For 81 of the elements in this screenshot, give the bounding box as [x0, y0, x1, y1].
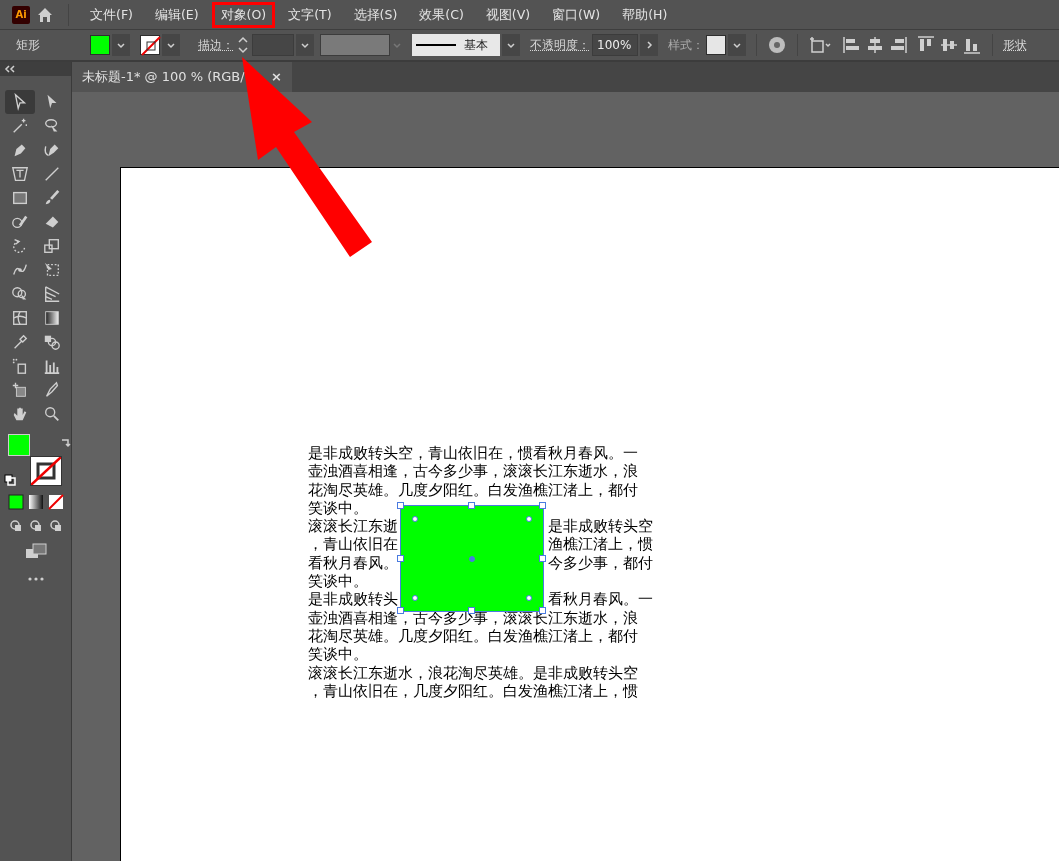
- menu-item[interactable]: 效果(C): [410, 1, 473, 28]
- dropdown-button[interactable]: [296, 34, 314, 56]
- tool-button[interactable]: [4, 90, 35, 114]
- scale-icon: [42, 237, 61, 255]
- menu-item[interactable]: 文件(F): [81, 1, 142, 28]
- type-icon: [10, 165, 29, 183]
- app-logo: Ai: [12, 5, 30, 24]
- menu-item[interactable]: 选择(S): [344, 1, 407, 28]
- fill-swatch[interactable]: [90, 35, 110, 55]
- stroke-profile-dropdown[interactable]: 基本: [412, 34, 500, 56]
- dropdown-button[interactable]: [502, 34, 520, 56]
- stroke-swatch[interactable]: [140, 35, 160, 55]
- transform-icon[interactable]: [808, 35, 834, 55]
- collapse-icon[interactable]: [4, 64, 16, 74]
- more-icon[interactable]: [26, 576, 45, 582]
- text-line: 笑谈中。: [308, 572, 368, 591]
- text-line: 滚滚长江东逝: [308, 517, 398, 536]
- text-line: 渔樵江渚上，惯: [548, 535, 653, 554]
- spinner-icon[interactable]: [236, 34, 250, 56]
- text-line: 笑谈中。: [308, 645, 368, 664]
- caret-icon: [392, 40, 402, 50]
- stroke-swatch[interactable]: [29, 456, 62, 486]
- caret-icon: [116, 40, 126, 50]
- align-right-icon[interactable]: [888, 35, 908, 55]
- text-line: 今多少事，都付: [548, 553, 653, 573]
- text-line: 花淘尽英雄。几度夕阳红。白发渔樵江渚上，都付: [308, 626, 638, 646]
- shape-label: 形状: [1003, 37, 1027, 54]
- default-colors-icon[interactable]: [3, 474, 16, 486]
- menu-item[interactable]: 对象(O): [211, 1, 276, 28]
- opacity-field[interactable]: 100%: [592, 34, 638, 56]
- free-transform-icon: [42, 261, 61, 279]
- artboard-icon: [10, 381, 29, 399]
- align-left-icon[interactable]: [842, 35, 862, 55]
- text-line: 看秋月春风。一: [548, 590, 653, 609]
- spray-can-icon: [10, 357, 29, 375]
- gradient-mode-icon[interactable]: [27, 494, 44, 510]
- rectangle-icon: [10, 189, 29, 207]
- search-icon: [42, 405, 61, 423]
- text-line: 是非成败转头空，青山依旧在，惯看秋月春风。一: [308, 444, 638, 463]
- chevron-icon: [644, 40, 654, 50]
- text-line: ，青山依旧在: [308, 535, 398, 554]
- draw-inside-icon[interactable]: [47, 518, 64, 534]
- mesh-icon: [10, 309, 29, 327]
- menu-item[interactable]: 帮助(H): [613, 1, 677, 28]
- caret-icon: [506, 40, 516, 50]
- blend-icon: [42, 333, 61, 351]
- text-line: 花淘尽英雄。几度夕阳红。白发渔樵江渚上，都付: [308, 480, 638, 499]
- gradient-icon: [42, 309, 61, 327]
- opacity-label: 不透明度：: [530, 37, 590, 54]
- color-mode-icon[interactable]: [7, 494, 24, 510]
- screen-mode-icon[interactable]: [23, 542, 48, 560]
- menu-item[interactable]: 文字(T): [279, 1, 341, 28]
- perspective-grid-icon: [42, 285, 61, 303]
- caret-icon: [300, 40, 310, 50]
- text-line: 滚滚长江东逝水，浪花淘尽英雄。是非成败转头空: [308, 663, 638, 682]
- document-tab[interactable]: 未标题-1* @ 100 % (RGB/ ×: [72, 62, 292, 92]
- text-line: 笑谈中。: [308, 498, 368, 518]
- caret-icon: [166, 40, 176, 50]
- style-swatch[interactable]: [706, 35, 726, 55]
- caret-icon: [732, 40, 742, 50]
- text-line: 是非成败转头: [308, 590, 398, 609]
- text-line: ，青山依旧在，几度夕阳红。白发渔樵江渚上，惯: [308, 681, 638, 701]
- none-mode-icon[interactable]: [47, 494, 64, 510]
- object-type-label: 矩形: [16, 37, 40, 54]
- menu-item[interactable]: 视图(V): [476, 1, 540, 28]
- menu-item[interactable]: 窗口(W): [543, 1, 610, 28]
- menu-item[interactable]: 编辑(E): [145, 1, 208, 28]
- text-line: 壶浊酒喜相逢，古今多少事，滚滚长江东逝水，浪: [308, 462, 638, 481]
- color-wheel-icon[interactable]: [767, 35, 787, 55]
- rectangle-shape[interactable]: [400, 505, 544, 612]
- close-button[interactable]: ×: [271, 67, 282, 87]
- draw-behind-icon[interactable]: [27, 518, 44, 534]
- shaper-icon: [10, 213, 29, 231]
- text-line: 看秋月春风。: [308, 553, 398, 573]
- align-center-icon[interactable]: [865, 35, 885, 55]
- stroke-label: 描边：: [198, 37, 234, 54]
- text-line: 是非成败转头空: [548, 517, 653, 536]
- expand-button[interactable]: [640, 34, 658, 56]
- draw-normal-icon[interactable]: [7, 518, 24, 534]
- swap-arrow-icon[interactable]: [59, 436, 72, 448]
- style-label: 样式：: [668, 37, 704, 54]
